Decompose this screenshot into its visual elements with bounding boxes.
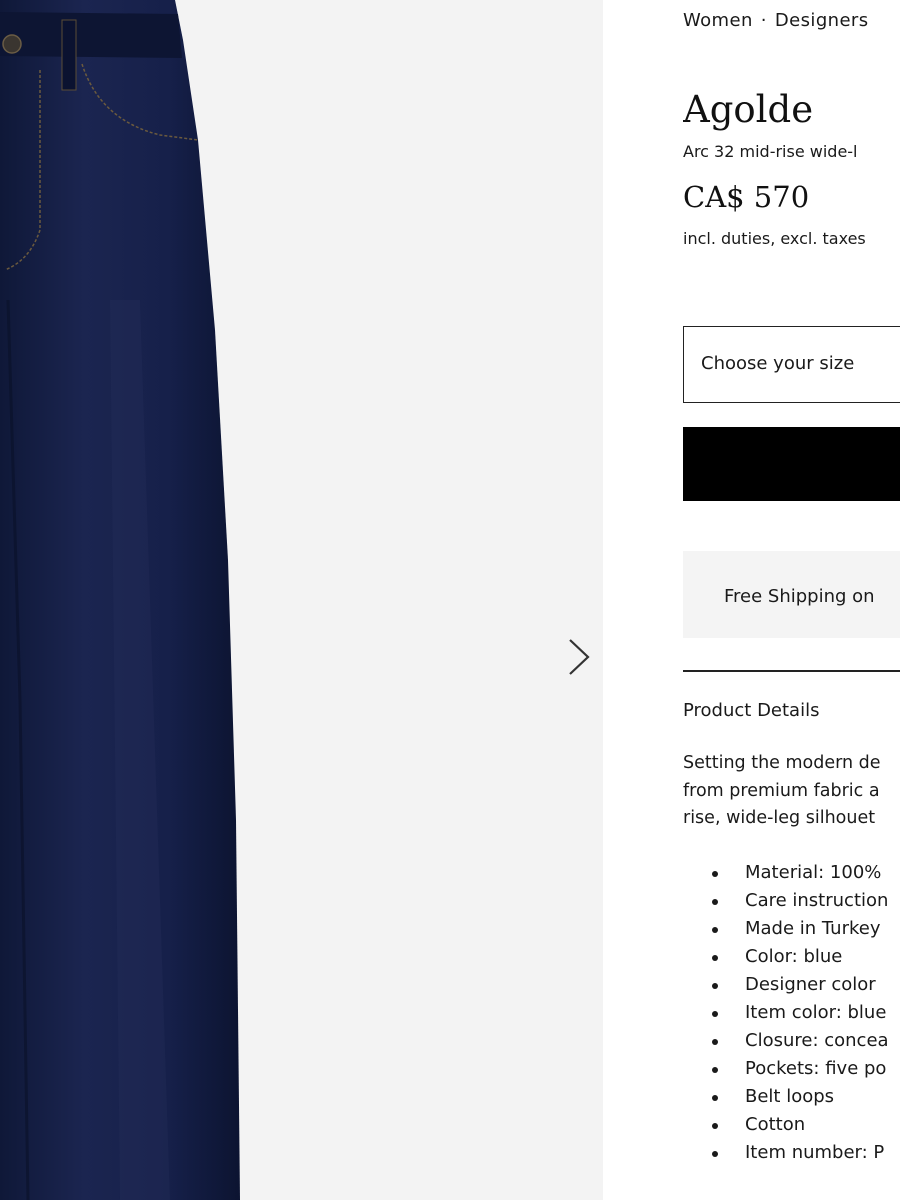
bullet-icon [712,1095,718,1101]
feature-item: Belt loops [683,1083,889,1111]
product-image-gallery[interactable] [0,0,603,1200]
breadcrumb: Women · Designers [683,10,869,31]
brand-name[interactable]: Agolde [683,88,813,131]
chevron-right-icon[interactable] [562,634,596,680]
bullet-icon [712,1039,718,1045]
breadcrumb-item-designers[interactable]: Designers [775,10,869,31]
feature-item: Care instruction [683,887,889,915]
feature-text: Cotton [745,1114,806,1135]
feature-item: Item number: P [683,1139,889,1167]
add-to-bag-button[interactable] [683,427,900,501]
feature-item: Color: blue [683,943,889,971]
feature-item: Made in Turkey [683,915,889,943]
product-info-panel: Women · Designers Agolde Arc 32 mid-rise w… [683,0,900,1200]
product-details-heading[interactable]: Product Details [683,700,819,721]
feature-item: Pockets: five po [683,1055,889,1083]
product-feature-list: Material: 100% Care instruction Made in … [683,859,889,1167]
product-image [0,0,240,1200]
bullet-icon [712,955,718,961]
description-line: rise, wide-leg silhouet [683,808,876,828]
feature-item: Closure: concea [683,1027,889,1055]
feature-text: Made in Turkey [745,918,881,939]
feature-text: Material: 100% [745,862,882,883]
product-page: Women · Designers Agolde Arc 32 mid-rise w… [0,0,900,1200]
bullet-icon [712,927,718,933]
feature-item: Designer color [683,971,889,999]
bullet-icon [712,1151,718,1157]
bullet-icon [712,871,718,877]
breadcrumb-separator: · [760,10,767,31]
feature-text: Item number: P [745,1142,885,1163]
shipping-text: Free Shipping on [724,586,875,607]
bullet-icon [712,1123,718,1129]
product-price: CA$ 570 [683,180,810,214]
description-line: from premium fabric a [683,780,880,801]
feature-text: Care instruction [745,890,889,911]
feature-item: Material: 100% [683,859,889,887]
feature-text: Item color: blue [745,1002,887,1023]
product-description: Setting the modern de from premium fabri… [683,750,900,833]
description-line: Setting the modern de [683,753,881,773]
bullet-icon [712,1011,718,1017]
feature-text: Closure: concea [745,1030,889,1051]
breadcrumb-item-women[interactable]: Women [683,10,753,31]
feature-text: Color: blue [745,946,843,967]
divider [683,670,900,672]
feature-item: Cotton [683,1111,889,1139]
feature-text: Pockets: five po [745,1058,887,1079]
bullet-icon [712,899,718,905]
feature-item: Item color: blue [683,999,889,1027]
feature-text: Designer color [745,974,876,995]
feature-text: Belt loops [745,1086,835,1107]
size-select[interactable]: Choose your size [683,326,900,403]
shipping-banner: Free Shipping on [683,551,900,638]
bullet-icon [712,983,718,989]
price-note: incl. duties, excl. taxes [683,229,866,248]
product-title: Arc 32 mid-rise wide-l [683,142,858,161]
size-select-placeholder: Choose your size [701,353,855,374]
bullet-icon [712,1067,718,1073]
